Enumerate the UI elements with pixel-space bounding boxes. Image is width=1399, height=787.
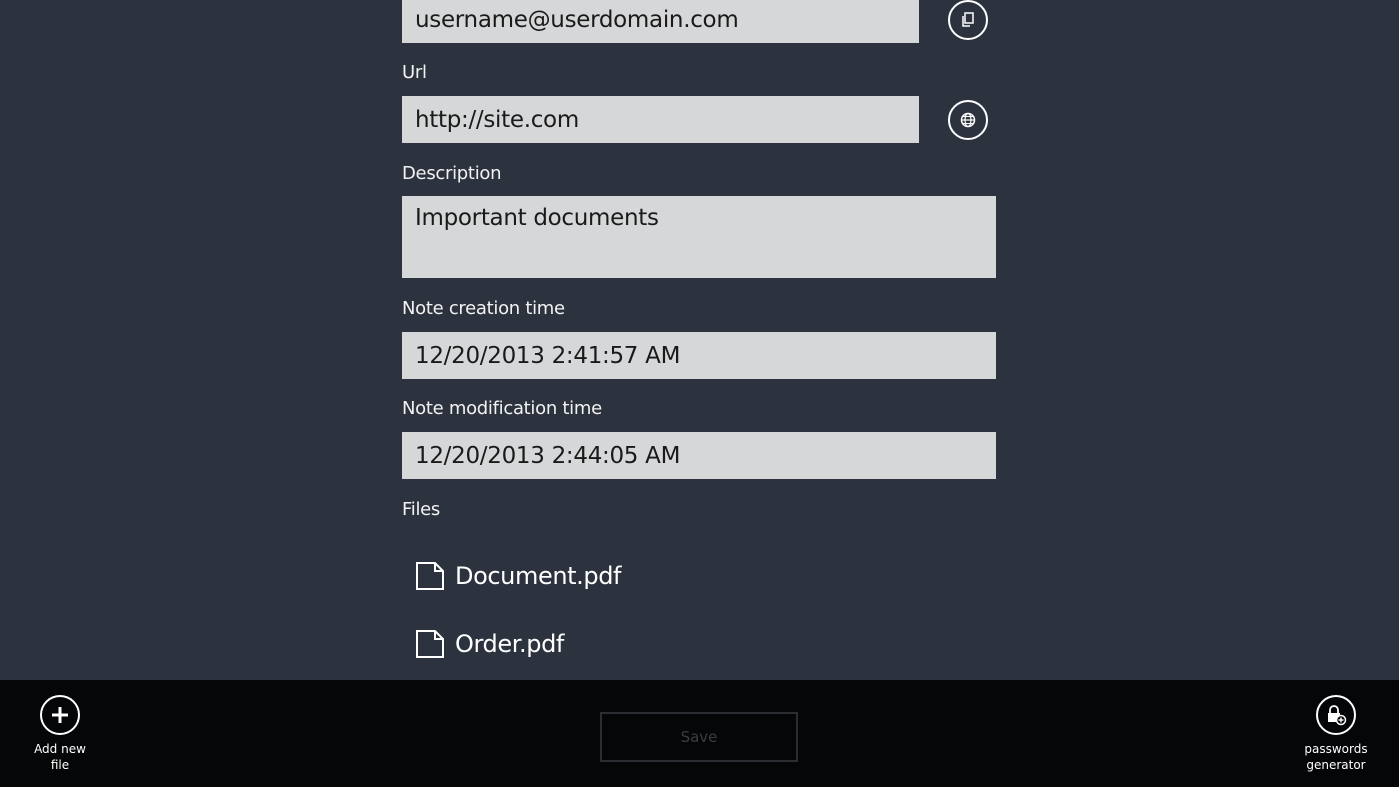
description-value: Important documents bbox=[415, 205, 659, 231]
creation-time-label: Note creation time bbox=[402, 298, 565, 319]
add-new-file-button[interactable]: Add new file bbox=[24, 695, 96, 773]
username-field[interactable]: username@userdomain.com bbox=[402, 0, 919, 43]
copy-icon bbox=[962, 12, 974, 27]
add-new-file-label: Add new file bbox=[34, 742, 86, 772]
files-label: Files bbox=[402, 499, 440, 520]
generator-label-line2: generator bbox=[1306, 758, 1366, 772]
generator-circle bbox=[1316, 695, 1356, 735]
file-name: Document.pdf bbox=[455, 562, 622, 590]
modification-time-value: 12/20/2013 2:44:05 AM bbox=[415, 442, 681, 469]
modification-time-label: Note modification time bbox=[402, 398, 602, 419]
url-field[interactable]: http://site.com bbox=[402, 96, 919, 143]
save-button[interactable]: Save bbox=[600, 712, 798, 762]
file-item-order[interactable]: Order.pdf bbox=[415, 624, 564, 664]
username-value: username@userdomain.com bbox=[415, 6, 739, 33]
plus-icon bbox=[52, 707, 68, 723]
creation-time-field[interactable]: 12/20/2013 2:41:57 AM bbox=[402, 332, 996, 379]
creation-time-value: 12/20/2013 2:41:57 AM bbox=[415, 342, 681, 369]
description-field[interactable]: Important documents bbox=[402, 196, 996, 278]
open-url-button[interactable] bbox=[948, 100, 988, 140]
lock-add-icon bbox=[1328, 705, 1347, 726]
generator-label-line1: passwords bbox=[1304, 742, 1368, 756]
file-icon bbox=[416, 630, 444, 658]
file-icon bbox=[416, 562, 444, 590]
url-label: Url bbox=[402, 62, 427, 83]
url-value: http://site.com bbox=[415, 106, 579, 133]
passwords-generator-button[interactable]: passwords generator bbox=[1300, 695, 1372, 773]
file-name: Order.pdf bbox=[455, 630, 564, 658]
globe-icon bbox=[960, 112, 976, 128]
modification-time-field[interactable]: 12/20/2013 2:44:05 AM bbox=[402, 432, 996, 479]
description-label: Description bbox=[402, 163, 502, 184]
add-circle bbox=[40, 695, 80, 735]
file-item-document[interactable]: Document.pdf bbox=[415, 556, 621, 596]
copy-username-button[interactable] bbox=[948, 0, 988, 40]
